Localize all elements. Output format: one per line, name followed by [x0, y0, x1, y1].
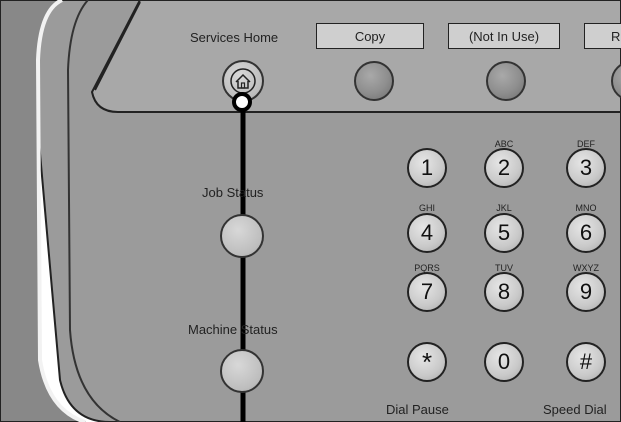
key-4-letters: GHI	[418, 203, 435, 213]
copy-label: Copy	[316, 23, 424, 49]
key-hash[interactable]: #	[566, 342, 606, 382]
key-9[interactable]: 9	[566, 272, 606, 312]
job-status-label: Job Status	[202, 185, 264, 200]
not-in-use-label: (Not In Use)	[448, 23, 560, 49]
key-0[interactable]: 0	[484, 342, 524, 382]
copy-button[interactable]	[354, 61, 394, 101]
speed-dial-label: Speed Dial	[543, 402, 607, 417]
dial-pause-label: Dial Pause	[386, 402, 449, 417]
machine-status-label: Machine Status	[188, 322, 278, 337]
key-6-letters: MNO	[575, 203, 597, 213]
callout-dot	[232, 92, 252, 112]
key-7[interactable]: 7	[407, 272, 447, 312]
machine-status-button[interactable]	[220, 349, 264, 393]
key-star[interactable]: *	[407, 342, 447, 382]
key-5-letters: JKL	[496, 203, 512, 213]
services-home-label: Services Home	[190, 30, 279, 45]
key-3[interactable]: 3	[566, 148, 606, 188]
key-2[interactable]: 2	[484, 148, 524, 188]
key-8[interactable]: 8	[484, 272, 524, 312]
upper-band	[90, 0, 621, 113]
key-1[interactable]: 1	[407, 148, 447, 188]
key-5[interactable]: 5	[484, 213, 524, 253]
key-6[interactable]: 6	[566, 213, 606, 253]
job-status-button[interactable]	[220, 214, 264, 258]
control-panel	[0, 0, 621, 422]
key-4[interactable]: 4	[407, 213, 447, 253]
not-in-use-button[interactable]	[486, 61, 526, 101]
partial-label: R	[584, 23, 621, 49]
